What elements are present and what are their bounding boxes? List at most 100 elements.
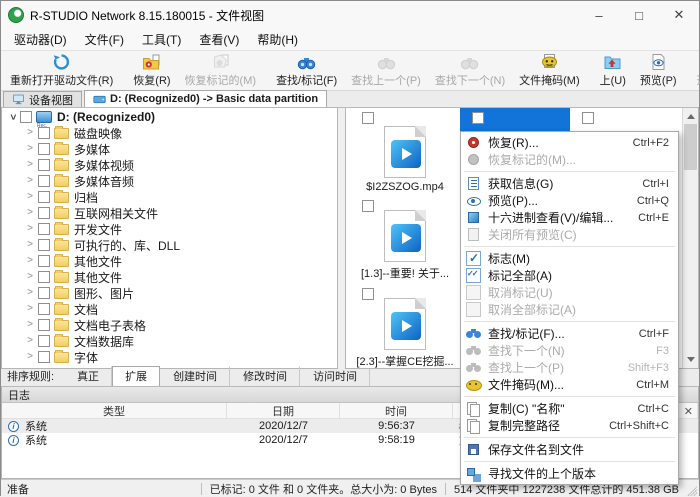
- chevron-icon[interactable]: >: [24, 240, 36, 250]
- tree-checkbox[interactable]: [38, 319, 50, 331]
- menu-help[interactable]: 帮助(H): [248, 29, 307, 50]
- tree-item-executables-lib-dll[interactable]: >可执行的、库、DLL: [2, 237, 337, 253]
- tree-checkbox[interactable]: [38, 175, 50, 187]
- chevron-icon[interactable]: >: [24, 352, 36, 362]
- context-menu-item-close-all-previews[interactable]: 关闭所有预览(C): [461, 226, 678, 243]
- file-checkbox[interactable]: [362, 112, 374, 124]
- tree-checkbox[interactable]: [38, 335, 50, 347]
- file-name[interactable]: [1.3]--重要! 关于...: [361, 265, 449, 281]
- tree-checkbox[interactable]: [38, 159, 50, 171]
- menu-view[interactable]: 查看(V): [190, 29, 248, 50]
- tree-item-internet-related[interactable]: > 互联网相关文件: [2, 205, 337, 221]
- context-menu-item-file-mask[interactable]: 文件掩码(M)...Ctrl+M: [461, 376, 678, 393]
- tree-item-label[interactable]: 文档电子表格: [74, 317, 146, 334]
- up-button[interactable]: 上(U): [593, 52, 633, 89]
- tree-root-checkbox[interactable]: [20, 111, 32, 123]
- recover-marked-button[interactable]: 恢复标记的(M): [178, 52, 264, 89]
- context-menu-item-find-previous-versions[interactable]: 寻找文件的上个版本: [461, 465, 678, 482]
- sort-tab-real[interactable]: 真正: [64, 366, 112, 386]
- context-menu-item-unmark-all[interactable]: 取消全部标记(A): [461, 301, 678, 318]
- chevron-icon[interactable]: >: [24, 176, 36, 186]
- chevron-icon[interactable]: >: [24, 256, 36, 266]
- chevron-icon[interactable]: >: [24, 288, 36, 298]
- file-checkbox[interactable]: [582, 112, 594, 124]
- sort-tab-extensions[interactable]: 扩展: [112, 366, 160, 386]
- file-item[interactable]: [1.3]--重要! 关于...: [350, 196, 460, 284]
- tree-checkbox[interactable]: [38, 303, 50, 315]
- file-item[interactable]: [2.3]--掌握CE挖掘...: [350, 284, 460, 369]
- options-button[interactable]: 选项(O): [690, 52, 700, 89]
- tree-item-graphics-pictures[interactable]: > 图形、图片: [2, 285, 337, 301]
- context-menu-item-get-info[interactable]: 获取信息(G)Ctrl+I: [461, 175, 678, 192]
- tree-item-label[interactable]: 开发文件: [74, 221, 122, 238]
- scroll-down-icon[interactable]: [687, 357, 695, 362]
- tree-checkbox[interactable]: [38, 255, 50, 267]
- log-column-time[interactable]: 时间: [340, 403, 453, 418]
- close-icon[interactable]: ✕: [659, 1, 699, 29]
- tree-checkbox[interactable]: [38, 223, 50, 235]
- sort-tab-access-time[interactable]: 访问时间: [300, 366, 370, 386]
- context-menu-item-save-file-names[interactable]: 保存文件名到文件: [461, 441, 678, 458]
- tree-item-multimedia[interactable]: > 多媒体: [2, 141, 337, 157]
- tree-item-multimedia-audio[interactable]: > 多媒体音频: [2, 173, 337, 189]
- preview-button[interactable]: 预览(P): [633, 52, 684, 89]
- tree-item-documents[interactable]: >文档: [2, 301, 337, 317]
- menu-tools[interactable]: 工具(T): [133, 29, 190, 50]
- tree-checkbox[interactable]: [38, 143, 50, 155]
- context-menu-item-hex-view-edit[interactable]: 十六进制查看(V)/编辑...Ctrl+E: [461, 209, 678, 226]
- tree-item-label[interactable]: 文档数据库: [74, 333, 134, 350]
- tree-item-fonts[interactable]: > 字体: [2, 349, 337, 365]
- menu-file[interactable]: 文件(F): [76, 29, 133, 50]
- chevron-icon[interactable]: >: [24, 208, 36, 218]
- context-menu-item-find-next[interactable]: 查找下一个(N)F3: [461, 342, 678, 359]
- chevron-expanded-icon[interactable]: >: [7, 111, 17, 123]
- tree-item-label[interactable]: 其他文件: [74, 253, 122, 270]
- tree-checkbox[interactable]: [38, 207, 50, 219]
- chevron-icon[interactable]: >: [24, 304, 36, 314]
- resize-grip[interactable]: [687, 486, 697, 496]
- tree-item-label[interactable]: 字体: [74, 349, 98, 366]
- tree-item-label[interactable]: 多媒体音频: [74, 173, 134, 190]
- tree-item-label[interactable]: 多媒体: [74, 141, 110, 158]
- vertical-scrollbar[interactable]: [682, 108, 698, 368]
- file-name[interactable]: [2.3]--掌握CE挖掘...: [356, 353, 453, 369]
- log-column-type[interactable]: 类型: [2, 403, 227, 418]
- log-column-date[interactable]: 日期: [227, 403, 340, 418]
- scrollbar-thumb[interactable]: [684, 124, 697, 170]
- file-checkbox[interactable]: [362, 288, 374, 300]
- chevron-icon[interactable]: >: [24, 224, 36, 234]
- tree-checkbox[interactable]: [38, 271, 50, 283]
- tree-item-disk-images[interactable]: > 磁盘映像: [2, 125, 337, 141]
- tree-item-archives[interactable]: >归档: [2, 189, 337, 205]
- context-menu-item-copy-full-path[interactable]: 复制完整路径Ctrl+Shift+C: [461, 417, 678, 434]
- menu-drive[interactable]: 驱动器(D): [5, 29, 76, 50]
- context-menu-item-find-mark[interactable]: 查找/标记(F)...Ctrl+F: [461, 325, 678, 342]
- tree-root-label[interactable]: D: (Recognized0): [57, 110, 155, 124]
- file-item[interactable]: $I2ZSZOG.mp4: [350, 108, 460, 196]
- tree-checkbox[interactable]: [38, 351, 50, 363]
- minimize-icon[interactable]: –: [579, 1, 619, 29]
- maximize-icon[interactable]: □: [619, 1, 659, 29]
- tree-item-label[interactable]: 图形、图片: [74, 285, 134, 302]
- find-next-button[interactable]: 查找下一个(N): [428, 52, 512, 89]
- tree-item-document-spreadsheets[interactable]: > 文档电子表格: [2, 317, 337, 333]
- tree-checkbox[interactable]: [38, 239, 50, 251]
- context-menu-item-preview[interactable]: 预览(P)...Ctrl+Q: [461, 192, 678, 209]
- log-close-icon[interactable]: ✕: [684, 405, 693, 418]
- tab-device-view[interactable]: 设备视图: [3, 91, 82, 107]
- tree-item-label[interactable]: 归档: [74, 189, 98, 206]
- context-menu-item-unmark[interactable]: 取消标记(U): [461, 284, 678, 301]
- reopen-drive-files-button[interactable]: 重新打开驱动文件(R): [3, 52, 120, 89]
- tree-item-label[interactable]: 磁盘映像: [74, 125, 122, 142]
- tree-root-drive[interactable]: > D: (Recognized0): [2, 109, 337, 125]
- tree-item-label[interactable]: 互联网相关文件: [74, 205, 158, 222]
- tree-checkbox[interactable]: [38, 191, 50, 203]
- tree-checkbox[interactable]: [38, 287, 50, 299]
- chevron-icon[interactable]: >: [24, 128, 36, 138]
- chevron-icon[interactable]: >: [24, 144, 36, 154]
- context-menu-item-mark[interactable]: 标志(M): [461, 250, 678, 267]
- tree-item-other-files-2[interactable]: >其他文件: [2, 269, 337, 285]
- panel-splitter[interactable]: [338, 108, 345, 369]
- chevron-icon[interactable]: >: [24, 320, 36, 330]
- file-name[interactable]: $I2ZSZOG.mp4: [366, 181, 444, 193]
